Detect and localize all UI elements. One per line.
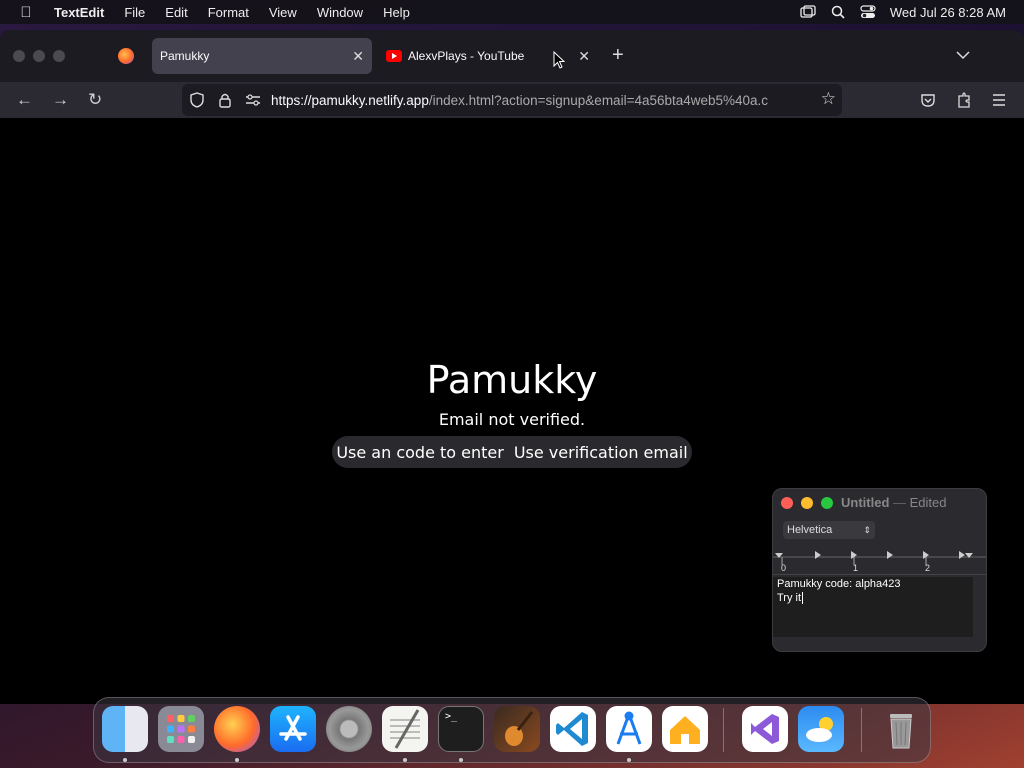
tab-bar: Pamukky ✕ AlexvPlays - YouTube ✕ +	[0, 30, 1024, 82]
back-icon[interactable]: ←	[16, 90, 33, 110]
permissions-icon[interactable]	[245, 94, 261, 106]
ruler-mark-0: 0	[781, 563, 787, 573]
youtube-icon	[386, 50, 402, 62]
running-indicator	[459, 758, 463, 762]
running-indicator	[403, 758, 407, 762]
tab-pamukky[interactable]: Pamukky ✕	[152, 38, 372, 74]
app-store-icon[interactable]	[270, 706, 316, 752]
document-status: Edited	[909, 495, 947, 510]
textedit-title: Untitled — Edited	[841, 495, 947, 510]
url-path: /index.html?action=signup&email=4a56bta4…	[428, 92, 769, 108]
reload-icon[interactable]: ↻	[88, 90, 102, 110]
firefox-icon[interactable]	[214, 706, 260, 752]
screen-mirroring-icon[interactable]	[800, 5, 816, 19]
tab-title: AlexvPlays - YouTube	[408, 49, 525, 63]
vscode-icon[interactable]	[550, 706, 596, 752]
textedit-icon[interactable]	[382, 706, 428, 752]
dock-separator	[861, 708, 862, 752]
list-tabs-chevron-icon[interactable]	[956, 50, 970, 60]
close-tab-icon[interactable]: ✕	[352, 48, 364, 65]
menu-app-name[interactable]: TextEdit	[52, 5, 114, 20]
finder-icon[interactable]	[102, 706, 148, 752]
text-ruler[interactable]: 0 1 2	[773, 547, 986, 575]
font-name: Helvetica	[787, 524, 833, 536]
action-buttons: Use an code to enter Use verification em…	[332, 436, 692, 468]
running-indicator	[627, 758, 631, 762]
lock-icon[interactable]	[218, 92, 232, 108]
menu-window[interactable]: Window	[307, 5, 373, 20]
visual-studio-icon[interactable]	[742, 706, 788, 752]
control-center-icon[interactable]	[860, 5, 876, 19]
textedit-window: Untitled — Edited Helvetica ⇕ 0 1 2 Pamu…	[772, 488, 987, 652]
navigation-bar: ← → ↻ https://pamukky.netlify.app/index.…	[0, 82, 1024, 118]
use-verification-email-button[interactable]: Use verification email	[514, 443, 688, 462]
system-settings-icon[interactable]	[326, 706, 372, 752]
search-icon[interactable]	[830, 5, 846, 19]
menu-file[interactable]: File	[114, 5, 155, 20]
running-indicator	[235, 758, 239, 762]
text-line: Pamukky code: alpha423	[777, 578, 901, 590]
shield-icon[interactable]	[190, 92, 204, 108]
url-text[interactable]: https://pamukky.netlify.app/index.html?a…	[271, 93, 811, 108]
ruler-mark-2: 2	[925, 563, 931, 573]
apple-menu-icon[interactable]: 	[0, 4, 52, 21]
hamburger-menu-icon[interactable]	[992, 93, 1006, 107]
instruments-icon[interactable]	[606, 706, 652, 752]
textedit-close-button[interactable]	[781, 497, 793, 509]
launchpad-icon[interactable]	[158, 706, 204, 752]
garageband-icon[interactable]	[494, 706, 540, 752]
menu-help[interactable]: Help	[373, 5, 420, 20]
text-caret	[802, 592, 804, 604]
firefox-view-icon[interactable]	[118, 48, 134, 64]
tab-title: Pamukky	[160, 49, 210, 63]
menu-format[interactable]: Format	[198, 5, 259, 20]
textedit-title-bar: Untitled — Edited	[773, 489, 986, 517]
menu-view[interactable]: View	[259, 5, 307, 20]
use-code-button[interactable]: Use an code to enter	[336, 443, 504, 462]
running-indicator	[123, 758, 127, 762]
menu-clock[interactable]: Wed Jul 26 8:28 AM	[890, 5, 1006, 20]
weather-icon[interactable]	[798, 706, 844, 752]
textedit-zoom-button[interactable]	[821, 497, 833, 509]
menu-edit[interactable]: Edit	[155, 5, 197, 20]
text-line: Try it	[777, 591, 969, 605]
bookmark-star-icon[interactable]: ☆	[821, 89, 836, 109]
forward-icon[interactable]: →	[52, 90, 69, 110]
terminal-icon[interactable]: >_	[438, 706, 484, 752]
ruler-mark-1: 1	[853, 563, 859, 573]
text-line-content: Try it	[777, 592, 802, 604]
textedit-minimize-button[interactable]	[801, 497, 813, 509]
font-family-select[interactable]: Helvetica ⇕	[783, 521, 875, 539]
tab-youtube[interactable]: AlexvPlays - YouTube ✕	[378, 38, 598, 74]
trash-icon[interactable]	[878, 706, 924, 752]
ruler-ticks	[773, 551, 986, 565]
close-tab-icon[interactable]: ✕	[578, 48, 590, 65]
menu-bar:  TextEdit File Edit Format View Window …	[0, 0, 1024, 24]
pocket-icon[interactable]	[920, 92, 936, 108]
document-name: Untitled	[841, 495, 890, 510]
verification-status: Email not verified.	[438, 410, 586, 429]
home-icon[interactable]	[662, 706, 708, 752]
new-tab-icon[interactable]: +	[612, 44, 624, 67]
close-window-button[interactable]	[13, 50, 25, 62]
dock: >_	[93, 697, 931, 763]
textedit-document-body[interactable]: Pamukky code: alpha423 Try it	[773, 577, 973, 637]
select-arrows-icon: ⇕	[863, 525, 871, 535]
zoom-window-button[interactable]	[53, 50, 65, 62]
url-host: https://pamukky.netlify.app	[271, 92, 429, 108]
address-bar[interactable]: https://pamukky.netlify.app/index.html?a…	[182, 84, 842, 116]
page-title: Pamukky	[426, 358, 598, 402]
minimize-window-button[interactable]	[33, 50, 45, 62]
extensions-icon[interactable]	[956, 91, 972, 109]
mouse-cursor-icon	[553, 51, 565, 69]
dock-separator	[723, 708, 724, 752]
